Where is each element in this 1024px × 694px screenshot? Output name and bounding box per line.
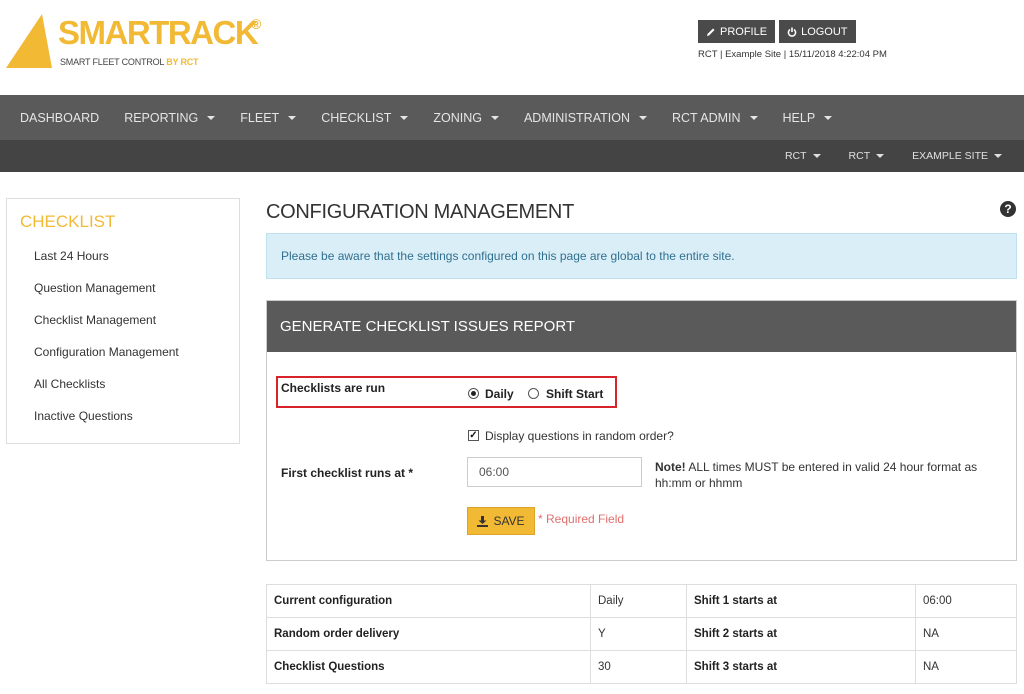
table-cell-value: NA bbox=[915, 617, 1017, 651]
nav-reporting[interactable]: REPORTING bbox=[124, 110, 216, 125]
power-icon bbox=[787, 27, 797, 37]
logout-label: LOGOUT bbox=[801, 25, 848, 38]
nav-site-select[interactable]: EXAMPLE SITE bbox=[912, 150, 1002, 162]
table-row: Current configuration Daily Shift 1 star… bbox=[266, 584, 1017, 618]
primary-nav: DASHBOARD REPORTING FLEET CHECKLIST ZONI… bbox=[0, 95, 1024, 140]
sidebar-item-configuration-management[interactable]: Configuration Management bbox=[34, 345, 179, 359]
table-cell-key: Random order delivery bbox=[266, 617, 591, 651]
nav-zoning[interactable]: ZONING bbox=[433, 111, 499, 125]
caret-down-icon bbox=[288, 115, 297, 120]
random-order-checkbox[interactable]: ✓ bbox=[468, 430, 479, 441]
nav-help[interactable]: HELP bbox=[783, 111, 833, 125]
nav-fleet[interactable]: FLEET bbox=[240, 110, 297, 125]
nav-company-select[interactable]: RCT bbox=[785, 150, 821, 162]
panel-title: GENERATE CHECKLIST ISSUES REPORT bbox=[267, 301, 1016, 352]
shift-start-radio[interactable] bbox=[528, 388, 539, 399]
table-cell-key: Shift 2 starts at bbox=[686, 617, 916, 651]
pencil-icon bbox=[707, 28, 715, 36]
run-frequency-label: Checklists are run bbox=[281, 381, 386, 395]
logo-triangle-icon bbox=[6, 14, 52, 68]
caret-down-icon bbox=[876, 154, 885, 158]
nav-label: EXAMPLE SITE bbox=[912, 150, 988, 162]
profile-button[interactable]: PROFILE bbox=[698, 20, 776, 43]
table-cell-value: Y bbox=[590, 617, 687, 651]
nav-label: REPORTING bbox=[124, 110, 199, 125]
logo-tagline: SMART FLEET CONTROL BY RCT bbox=[60, 57, 199, 67]
info-alert: Please be aware that the settings config… bbox=[266, 233, 1017, 279]
nav-label: ADMINISTRATION bbox=[523, 110, 630, 125]
sidebar-title: CHECKLIST bbox=[20, 212, 116, 231]
nav-dashboard[interactable]: DASHBOARD bbox=[20, 111, 99, 125]
random-order-label[interactable]: Display questions in random order? bbox=[485, 429, 674, 443]
nav-label: CHECKLIST bbox=[321, 110, 392, 125]
nav-label: RCT bbox=[848, 150, 871, 162]
table-cell-key: Shift 3 starts at bbox=[686, 650, 916, 684]
sidebar-item-last-24-hours[interactable]: Last 24 Hours bbox=[34, 249, 109, 263]
logout-button[interactable]: LOGOUT bbox=[779, 20, 856, 43]
table-row: Random order delivery Y Shift 2 starts a… bbox=[266, 617, 1017, 651]
caret-down-icon bbox=[638, 115, 647, 120]
required-field-note: * Required Field bbox=[538, 512, 625, 526]
nav-customer-select[interactable]: RCT bbox=[849, 150, 885, 162]
caret-down-icon bbox=[400, 115, 409, 120]
caret-down-icon bbox=[824, 115, 833, 120]
first-run-time-input[interactable] bbox=[467, 457, 642, 487]
logo-tagline-by: BY RCT bbox=[166, 57, 199, 67]
daily-radio-label[interactable]: Daily bbox=[485, 387, 514, 401]
caret-down-icon bbox=[490, 115, 499, 120]
help-icon[interactable]: ? bbox=[1000, 201, 1016, 217]
caret-down-icon bbox=[207, 115, 216, 120]
time-format-note: Note! ALL times MUST be entered in valid… bbox=[655, 459, 1005, 491]
nav-label: RCT ADMIN bbox=[671, 110, 741, 125]
table-cell-key: Checklist Questions bbox=[266, 650, 591, 684]
nav-label: ZONING bbox=[433, 110, 482, 125]
secondary-nav: RCT RCT EXAMPLE SITE bbox=[0, 140, 1024, 172]
page-title: CONFIGURATION MANAGEMENT bbox=[266, 201, 574, 223]
table-cell-value: 06:00 bbox=[915, 584, 1017, 618]
caret-down-icon bbox=[994, 154, 1002, 158]
note-text: ALL times MUST be entered in valid 24 ho… bbox=[655, 460, 978, 490]
daily-radio[interactable] bbox=[468, 388, 479, 399]
sidebar-item-question-management[interactable]: Question Management bbox=[34, 281, 155, 295]
report-settings-panel: GENERATE CHECKLIST ISSUES REPORT Checkli… bbox=[266, 300, 1017, 561]
note-bold: Note! bbox=[655, 460, 686, 474]
nav-administration[interactable]: ADMINISTRATION bbox=[524, 111, 647, 125]
nav-label: FLEET bbox=[240, 110, 280, 125]
logo-registered-mark: ® bbox=[251, 16, 262, 32]
caret-down-icon bbox=[812, 154, 821, 158]
nav-checklist[interactable]: CHECKLIST bbox=[321, 110, 409, 125]
nav-label: RCT bbox=[784, 150, 807, 162]
caret-down-icon bbox=[749, 115, 758, 120]
sidebar: CHECKLIST Last 24 Hours Question Managem… bbox=[6, 198, 240, 444]
table-cell-value: Daily bbox=[590, 584, 687, 618]
table-row: Checklist Questions 30 Shift 3 starts at… bbox=[266, 650, 1017, 684]
first-run-label: First checklist runs at * bbox=[281, 466, 414, 480]
table-cell-value: NA bbox=[915, 650, 1017, 684]
logo-tagline-text: SMART FLEET CONTROL bbox=[60, 57, 164, 67]
session-info: RCT | Example Site | 15/11/2018 4:22:04 … bbox=[698, 49, 887, 60]
configuration-summary-table: Current configuration Daily Shift 1 star… bbox=[266, 584, 1017, 684]
download-icon bbox=[477, 515, 489, 527]
nav-label: DASHBOARD bbox=[20, 110, 100, 125]
header: SMARTRACK ® SMART FLEET CONTROL BY RCT P… bbox=[0, 0, 1024, 95]
table-cell-value: 30 bbox=[590, 650, 687, 684]
sidebar-item-all-checklists[interactable]: All Checklists bbox=[34, 377, 105, 391]
profile-label: PROFILE bbox=[720, 25, 768, 38]
shift-start-radio-label[interactable]: Shift Start bbox=[546, 387, 603, 401]
sidebar-item-checklist-management[interactable]: Checklist Management bbox=[34, 313, 156, 327]
nav-label: HELP bbox=[782, 110, 816, 125]
nav-rct-admin[interactable]: RCT ADMIN bbox=[672, 111, 758, 125]
header-buttons: PROFILE LOGOUT bbox=[698, 20, 856, 43]
logo: SMARTRACK bbox=[58, 14, 259, 51]
save-button[interactable]: SAVE bbox=[467, 507, 535, 535]
sidebar-item-inactive-questions[interactable]: Inactive Questions bbox=[34, 409, 133, 423]
save-label: SAVE bbox=[493, 514, 525, 528]
table-cell-key: Shift 1 starts at bbox=[686, 584, 916, 618]
table-cell-key: Current configuration bbox=[266, 584, 591, 618]
